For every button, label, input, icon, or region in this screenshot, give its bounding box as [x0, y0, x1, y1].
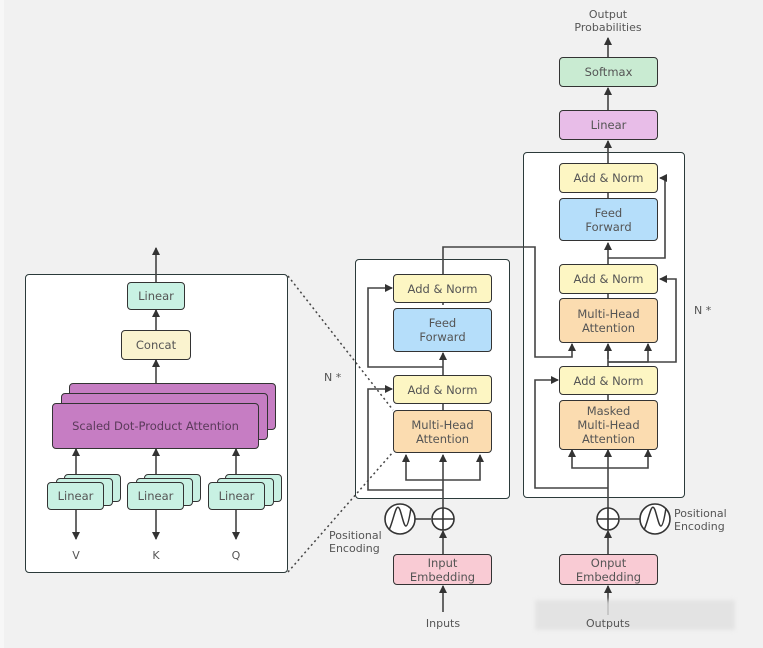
decoder-multi-head-attention: Multi-Head Attention: [559, 298, 658, 343]
decoder-input-label: Outputs: [586, 617, 630, 630]
zoom-line-top: [287, 275, 394, 411]
decoder-masked-attention: Masked Multi-Head Attention: [559, 400, 658, 450]
arrow-mha-in-right-enc: [443, 454, 484, 481]
softmax-block: Softmax: [559, 57, 658, 87]
encoder-input-label: Inputs: [425, 617, 461, 630]
k-label: K: [152, 549, 160, 562]
encoder-multi-head-attention: Multi-Head Attention: [393, 410, 492, 453]
scaled-dot-product-attention: Scaled Dot-Product Attention: [52, 403, 259, 449]
encoder-repeat-label: N *: [324, 371, 342, 384]
decoder-add-norm-mid: Add & Norm: [559, 264, 658, 294]
arrow-mha-in-left-enc: [402, 454, 443, 481]
q-label: Q: [231, 549, 241, 562]
v-label: V: [72, 549, 80, 562]
decoder-embedding: Onput Embedding: [559, 554, 658, 585]
decoder-add-norm-top: Add & Norm: [559, 163, 658, 193]
decoder-positional-encoding-label: Positional Encoding: [674, 507, 727, 533]
encoder-positional-encoding-label: Positional Encoding: [329, 529, 382, 555]
linear-k-block: Linear: [127, 482, 184, 510]
attention-linear-out: Linear: [127, 282, 185, 310]
decoder-repeat-label: N *: [694, 304, 712, 317]
watermark: [535, 600, 735, 630]
encoder-embedding: Input Embedding: [393, 554, 492, 585]
linear-block: Linear: [559, 110, 658, 140]
arrow-masked-in-left: [568, 449, 608, 469]
encoder-add-norm-top: Add & Norm: [393, 274, 492, 303]
encoder-feed-forward: Feed Forward: [393, 308, 492, 352]
linear-v-block: Linear: [47, 482, 104, 510]
linear-q-block: Linear: [208, 482, 265, 510]
decoder-feed-forward: Feed Forward: [559, 198, 658, 241]
arrow-masked-in-right: [608, 449, 652, 469]
decoder-add-norm-bottom: Add & Norm: [559, 366, 658, 395]
output-probabilities-label: Output Probabilities: [574, 8, 642, 34]
encoder-add-norm-bottom: Add & Norm: [393, 375, 492, 404]
concat-block: Concat: [121, 330, 191, 360]
arrow-mha-in-right: [608, 343, 652, 363]
